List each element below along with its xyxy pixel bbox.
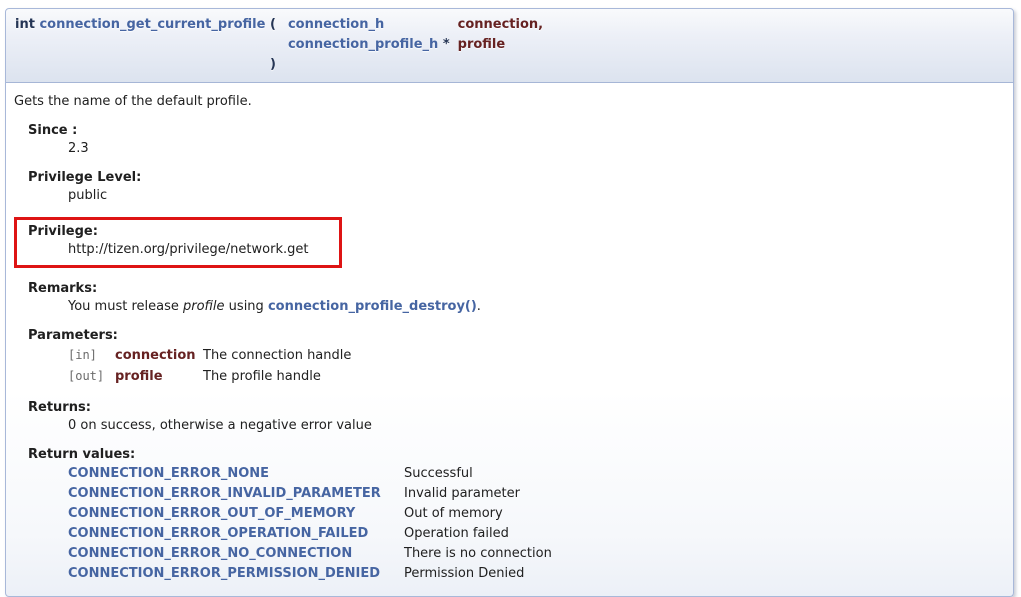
return-code-description: Invalid parameter	[404, 484, 552, 504]
signature-row: )	[10, 55, 547, 75]
close-paren: )	[270, 57, 276, 72]
remarks-text-before: You must release	[68, 299, 183, 314]
privilege-highlight-box: Privilege: http://tizen.org/privilege/ne…	[14, 217, 342, 268]
return-code-link[interactable]: CONNECTION_ERROR_NONE	[68, 466, 269, 481]
return-value-row: CONNECTION_ERROR_INVALID_PARAMETER Inval…	[68, 484, 552, 504]
signature-name-cell: int connection_get_current_profile (	[10, 15, 280, 35]
param-name-cell: profile	[454, 35, 547, 55]
param-type-link-connection-profile-h[interactable]: connection_profile_h	[288, 37, 438, 52]
remarks-text-middle: using	[225, 299, 268, 314]
return-type: int	[15, 17, 35, 32]
close-paren-cell: )	[10, 55, 280, 75]
remarks-text: You must release profile using connectio…	[68, 298, 1005, 315]
returns-section: Returns: 0 on success, otherwise a negat…	[28, 400, 1005, 434]
signature-row: int connection_get_current_profile ( con…	[10, 15, 547, 35]
parameter-row: [out] profile The profile handle	[68, 366, 351, 387]
return-value-row: CONNECTION_ERROR_OPERATION_FAILED Operat…	[68, 524, 552, 544]
return-values-section: Return values: CONNECTION_ERROR_NONE Suc…	[28, 447, 1005, 584]
signature-row: connection_profile_h * profile	[10, 35, 547, 55]
return-value-row: CONNECTION_ERROR_NONE Successful	[68, 464, 552, 484]
since-value: 2.3	[68, 140, 1005, 157]
return-code-description: Permission Denied	[404, 564, 552, 584]
function-description: Gets the name of the default profile.	[14, 94, 1005, 110]
return-code-link[interactable]: CONNECTION_ERROR_OPERATION_FAILED	[68, 526, 368, 541]
return-values-label: Return values:	[28, 447, 1005, 463]
return-code-link[interactable]: CONNECTION_ERROR_OUT_OF_MEMORY	[68, 506, 355, 521]
return-code-description: Operation failed	[404, 524, 552, 544]
pointer-suffix: *	[443, 37, 450, 52]
privilege-level-label: Privilege Level:	[28, 170, 1005, 186]
param-direction: [in]	[68, 345, 115, 366]
return-value-row: CONNECTION_ERROR_PERMISSION_DENIED Permi…	[68, 564, 552, 584]
function-doc-block: int connection_get_current_profile ( con…	[5, 8, 1014, 597]
param-direction: [out]	[68, 366, 115, 387]
return-code-cell: CONNECTION_ERROR_PERMISSION_DENIED	[68, 564, 404, 584]
return-code-description: Successful	[404, 464, 552, 484]
privilege-label: Privilege:	[28, 224, 339, 240]
return-values-table: CONNECTION_ERROR_NONE Successful CONNECT…	[68, 464, 552, 584]
param-name-cell: connection	[115, 345, 203, 366]
param-name: profile	[115, 369, 163, 384]
return-value-row: CONNECTION_ERROR_OUT_OF_MEMORY Out of me…	[68, 504, 552, 524]
destroy-function-link[interactable]: connection_profile_destroy()	[268, 299, 477, 314]
param-type-link-connection-h[interactable]: connection_h	[288, 17, 384, 32]
return-value-row: CONNECTION_ERROR_NO_CONNECTION There is …	[68, 544, 552, 564]
signature-table: int connection_get_current_profile ( con…	[10, 15, 547, 75]
param-description: The profile handle	[203, 366, 351, 387]
function-doc-body: Gets the name of the default profile. Si…	[5, 83, 1014, 597]
parameter-row: [in] connection The connection handle	[68, 345, 351, 366]
privilege-url: http://tizen.org/privilege/network.get	[68, 241, 339, 258]
privilege-section: Privilege: http://tizen.org/privilege/ne…	[28, 224, 339, 258]
function-prototype-header: int connection_get_current_profile ( con…	[5, 8, 1014, 83]
param-type-cell: connection_profile_h *	[280, 35, 454, 55]
return-code-cell: CONNECTION_ERROR_INVALID_PARAMETER	[68, 484, 404, 504]
parameters-label: Parameters:	[28, 328, 1005, 344]
open-paren: (	[270, 17, 276, 32]
param-description: The connection handle	[203, 345, 351, 366]
remarks-label: Remarks:	[28, 281, 1005, 297]
return-code-cell: CONNECTION_ERROR_NO_CONNECTION	[68, 544, 404, 564]
signature-param-name: connection,	[458, 17, 543, 32]
return-values-table-wrap: CONNECTION_ERROR_NONE Successful CONNECT…	[68, 464, 1005, 584]
privilege-level-value: public	[68, 187, 1005, 204]
remarks-section: Remarks: You must release profile using …	[28, 281, 1005, 315]
return-code-description: Out of memory	[404, 504, 552, 524]
signature-empty-cell	[10, 35, 280, 55]
signature-empty-cell	[280, 55, 454, 75]
remarks-text-after: .	[477, 299, 481, 314]
parameters-table: [in] connection The connection handle [o…	[68, 345, 351, 387]
return-code-cell: CONNECTION_ERROR_NONE	[68, 464, 404, 484]
privilege-level-section: Privilege Level: public	[28, 170, 1005, 204]
since-label: Since :	[28, 123, 1005, 139]
returns-value: 0 on success, otherwise a negative error…	[68, 417, 1005, 434]
return-code-cell: CONNECTION_ERROR_OUT_OF_MEMORY	[68, 504, 404, 524]
parameters-section: Parameters: [in] connection The connecti…	[28, 328, 1005, 387]
return-code-link[interactable]: CONNECTION_ERROR_INVALID_PARAMETER	[68, 486, 381, 501]
signature-param-name: profile	[458, 37, 506, 52]
signature-empty-cell	[454, 55, 547, 75]
return-code-cell: CONNECTION_ERROR_OPERATION_FAILED	[68, 524, 404, 544]
function-name-link[interactable]: connection_get_current_profile	[39, 17, 265, 32]
return-code-link[interactable]: CONNECTION_ERROR_NO_CONNECTION	[68, 546, 352, 561]
param-type-cell: connection_h	[280, 15, 454, 35]
since-section: Since : 2.3	[28, 123, 1005, 157]
returns-label: Returns:	[28, 400, 1005, 416]
parameters-table-wrap: [in] connection The connection handle [o…	[68, 345, 1005, 387]
param-name: connection	[115, 348, 196, 363]
remarks-emphasis: profile	[183, 299, 225, 314]
param-name-cell: connection,	[454, 15, 547, 35]
param-name-cell: profile	[115, 366, 203, 387]
return-code-description: There is no connection	[404, 544, 552, 564]
